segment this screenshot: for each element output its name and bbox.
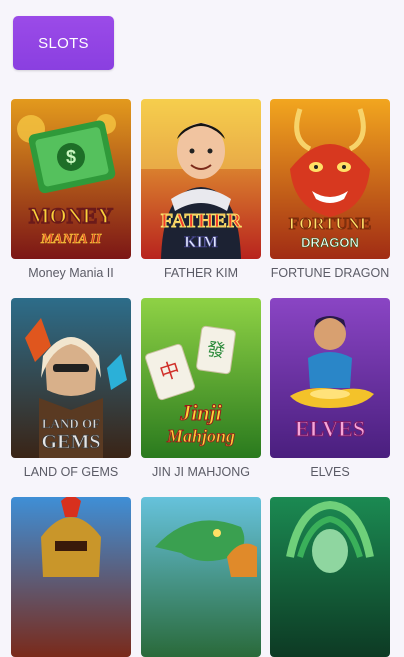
father-kim-art-text: FATHER bbox=[161, 210, 242, 232]
game-title[interactable]: FORTUNE DRAGON bbox=[270, 266, 390, 281]
father-kim-art-sub: KIM bbox=[184, 234, 218, 251]
fortune-dragon-art-icon[interactable]: FORTUNE DRAGON bbox=[270, 99, 390, 259]
money-mania-art-sub: MANIA II bbox=[40, 232, 102, 247]
elves-art-text: ELVES bbox=[295, 416, 365, 441]
game-card-warrior[interactable] bbox=[11, 497, 131, 657]
svg-text:$: $ bbox=[66, 147, 76, 167]
game-card-land-of-gems[interactable]: LAND OF GEMS LAND OF GEMS bbox=[11, 298, 131, 480]
game-card-jinji-mahjong[interactable]: 發 中 Jinji Mahjong JIN JI MAHJONG bbox=[141, 298, 261, 480]
land-of-gems-art-text: LAND OF bbox=[42, 416, 100, 431]
game-title[interactable]: LAND OF GEMS bbox=[11, 465, 131, 480]
money-mania-art-text: MONEY bbox=[29, 203, 113, 228]
green-dragon-art-icon[interactable] bbox=[141, 497, 261, 657]
land-of-gems-art-icon[interactable]: LAND OF GEMS bbox=[11, 298, 131, 458]
jinji-mahjong-art-sub: Mahjong bbox=[166, 426, 235, 446]
game-card-fortune-dragon[interactable]: FORTUNE DRAGON FORTUNE DRAGON bbox=[270, 99, 390, 281]
slots-button[interactable]: SLOTS bbox=[13, 16, 114, 70]
game-card-green-dragon[interactable] bbox=[141, 497, 261, 657]
fortune-dragon-art-sub: DRAGON bbox=[301, 235, 359, 250]
jinji-mahjong-art-icon[interactable]: 發 中 Jinji Mahjong bbox=[141, 298, 261, 458]
game-title[interactable]: Money Mania II bbox=[11, 266, 131, 281]
game-title[interactable]: JIN JI MAHJONG bbox=[141, 465, 261, 480]
game-title[interactable]: FATHER KIM bbox=[141, 266, 261, 281]
fortune-dragon-art-text: FORTUNE bbox=[289, 214, 372, 233]
game-card-money-mania[interactable]: $ MONEY MANIA II Money Mania II bbox=[11, 99, 131, 281]
game-card-elves[interactable]: ELVES ELVES bbox=[270, 298, 390, 480]
game-title[interactable]: ELVES bbox=[270, 465, 390, 480]
father-kim-art-icon[interactable]: FATHER KIM bbox=[141, 99, 261, 259]
game-card-medusa[interactable] bbox=[270, 497, 390, 657]
svg-text:發: 發 bbox=[206, 339, 227, 362]
money-mania-art-icon[interactable]: $ MONEY MANIA II bbox=[11, 99, 131, 259]
warrior-art-icon[interactable] bbox=[11, 497, 131, 657]
land-of-gems-art-sub: GEMS bbox=[42, 431, 101, 453]
elves-art-icon[interactable]: ELVES bbox=[270, 298, 390, 458]
game-card-father-kim[interactable]: FATHER KIM FATHER KIM bbox=[141, 99, 261, 281]
jinji-mahjong-art-text: Jinji bbox=[179, 400, 222, 425]
medusa-art-icon[interactable] bbox=[270, 497, 390, 657]
